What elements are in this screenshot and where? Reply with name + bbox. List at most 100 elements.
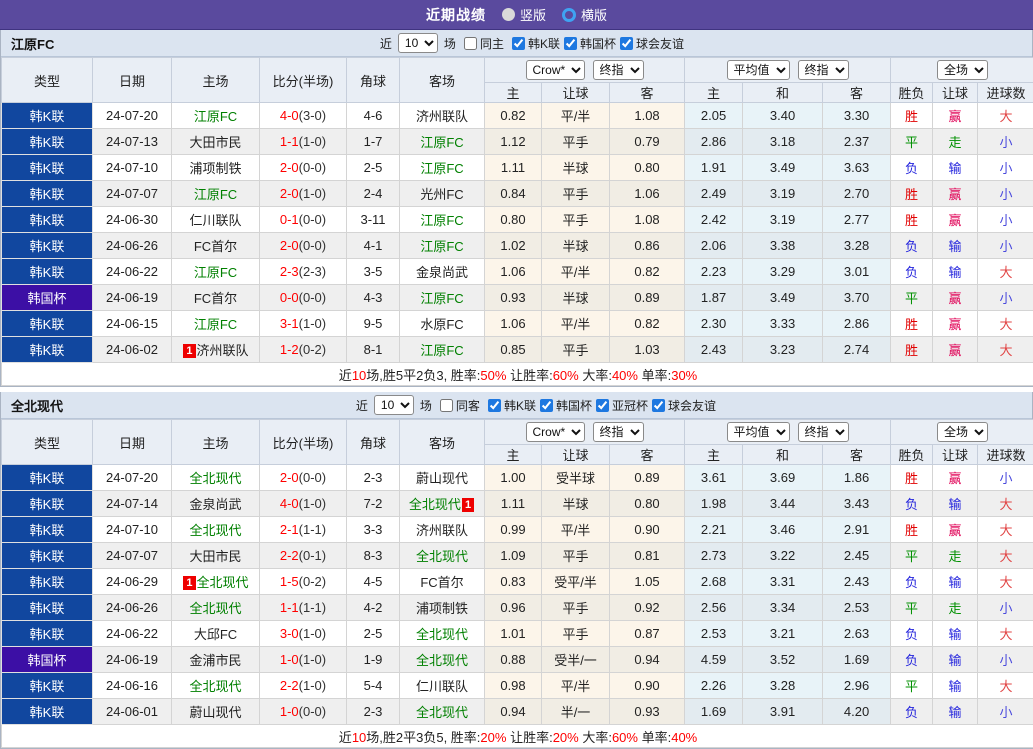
- cell-corner: 7-2: [347, 491, 400, 517]
- cell-odds-handicap: 平手: [542, 621, 610, 647]
- cell-away-team: 全北现代: [400, 647, 485, 673]
- league-filter[interactable]: 韩K联: [508, 35, 560, 52]
- team-name: 江原FC: [194, 187, 237, 202]
- cell-result-goals: 大: [978, 543, 1033, 569]
- league-filter[interactable]: 亚冠杯: [592, 397, 648, 414]
- cell-result-handicap: 输: [933, 155, 978, 181]
- cell-odds-handicap: 平/半: [542, 673, 610, 699]
- near-label: 近: [356, 397, 368, 414]
- fulltime-select[interactable]: 全场: [937, 422, 988, 442]
- cell-result-goals: 小: [978, 595, 1033, 621]
- col-result-wdl: 胜负: [891, 445, 933, 465]
- summary-stat-label: 场,胜5平2负3, 胜率:: [366, 368, 480, 383]
- league-checkbox[interactable]: [564, 37, 577, 50]
- match-row: 韩国杯24-06-19金浦市民1-0(1-0)1-9全北现代0.88受半/一0.…: [2, 647, 1033, 673]
- cell-avg-home: 1.91: [685, 155, 743, 181]
- cell-avg-draw: 3.91: [743, 699, 823, 725]
- same-home-checkbox[interactable]: [464, 37, 477, 50]
- cell-type: 韩K联: [2, 673, 93, 699]
- league-filter[interactable]: 球会友谊: [616, 35, 684, 52]
- league-filter[interactable]: 韩国杯: [536, 397, 592, 414]
- cell-date: 24-06-30: [93, 207, 172, 233]
- cell-date: 24-07-20: [93, 465, 172, 491]
- halftime-score: (1-1): [299, 522, 326, 537]
- league-checkbox[interactable]: [596, 399, 609, 412]
- layout-radio-horizontal[interactable]: 横版: [562, 5, 607, 24]
- col-corner: 角球: [347, 58, 400, 103]
- recent-count-select[interactable]: 10: [398, 33, 438, 53]
- fulltime-select[interactable]: 全场: [937, 60, 988, 80]
- league-filter[interactable]: 球会友谊: [648, 397, 716, 414]
- avg-time-select[interactable]: 终指: [798, 422, 849, 442]
- league-filter[interactable]: 韩国杯: [560, 35, 616, 52]
- team-name: 全北现代: [189, 471, 241, 486]
- cell-odds-away: 0.89: [610, 465, 685, 491]
- cell-odds-handicap: 受半球: [542, 465, 610, 491]
- cell-corner: 2-4: [347, 181, 400, 207]
- cell-avg-away: 1.69: [823, 647, 891, 673]
- cell-date: 24-07-07: [93, 181, 172, 207]
- odds-company-select[interactable]: Crow*: [526, 422, 585, 442]
- cell-avg-draw: 3.19: [743, 181, 823, 207]
- cell-odds-handicap: 平手: [542, 207, 610, 233]
- cell-avg-home: 2.53: [685, 621, 743, 647]
- col-odds-home: 主: [485, 83, 542, 103]
- col-home: 主场: [172, 58, 260, 103]
- league-checkbox[interactable]: [620, 37, 633, 50]
- cell-odds-home: 0.98: [485, 673, 542, 699]
- cell-odds-away: 0.80: [610, 155, 685, 181]
- cell-score: 4-0(3-0): [260, 103, 347, 129]
- same-venue-filter[interactable]: 同客: [436, 397, 480, 414]
- recent-count-select[interactable]: 10: [374, 395, 414, 415]
- cell-avg-home: 2.05: [685, 103, 743, 129]
- same-away-checkbox[interactable]: [440, 399, 453, 412]
- cell-date: 24-06-26: [93, 233, 172, 259]
- cell-result-handicap: 输: [933, 569, 978, 595]
- cell-odds-home: 1.06: [485, 259, 542, 285]
- odds-select-group: Crow* 终指: [485, 420, 685, 445]
- avg-select[interactable]: 平均值: [727, 422, 790, 442]
- cell-result-goals: 大: [978, 337, 1033, 363]
- team-name: 江原FC: [194, 317, 237, 332]
- radio-unselected-icon[interactable]: [502, 8, 515, 21]
- cell-type: 韩K联: [2, 465, 93, 491]
- league-checkbox[interactable]: [488, 399, 501, 412]
- cell-avg-draw: 3.33: [743, 311, 823, 337]
- league-checkbox[interactable]: [540, 399, 553, 412]
- cell-date: 24-07-07: [93, 543, 172, 569]
- fulltime-score: 1-0: [280, 652, 299, 667]
- cell-result-goals: 小: [978, 155, 1033, 181]
- team-name: 江原FC: [420, 213, 463, 228]
- league-filter-group: 韩K联韩国杯 亚冠杯球会友谊: [484, 397, 716, 414]
- cell-result-handicap: 走: [933, 129, 978, 155]
- team-name: 全北现代: [416, 653, 468, 668]
- cell-avg-draw: 3.46: [743, 517, 823, 543]
- league-checkbox[interactable]: [512, 37, 525, 50]
- cell-corner: 3-3: [347, 517, 400, 543]
- league-label: 亚冠杯: [612, 397, 648, 414]
- radio-selected-icon[interactable]: [562, 8, 576, 22]
- team-name: 金泉尚武: [416, 265, 468, 280]
- odds-time-select[interactable]: 终指: [593, 422, 644, 442]
- league-filter[interactable]: 韩K联: [484, 397, 536, 414]
- fulltime-score: 4-0: [280, 108, 299, 123]
- team-name: 济州联队: [416, 523, 468, 538]
- same-venue-filter[interactable]: 同主: [460, 35, 504, 52]
- cell-corner: 8-3: [347, 543, 400, 569]
- odds-time-select[interactable]: 终指: [593, 60, 644, 80]
- col-avg-draw: 和: [743, 83, 823, 103]
- match-row: 韩K联24-07-10浦项制铁2-0(0-0)2-5江原FC1.11半球0.80…: [2, 155, 1033, 181]
- avg-time-select[interactable]: 终指: [798, 60, 849, 80]
- odds-company-select[interactable]: Crow*: [526, 60, 585, 80]
- cell-date: 24-07-10: [93, 517, 172, 543]
- cell-avg-draw: 3.38: [743, 233, 823, 259]
- cell-score: 2-3(2-3): [260, 259, 347, 285]
- cell-result-goals: 小: [978, 207, 1033, 233]
- cell-date: 24-06-26: [93, 595, 172, 621]
- fulltime-select-group: 全场: [891, 420, 1033, 445]
- avg-select[interactable]: 平均值: [727, 60, 790, 80]
- league-label: 韩K联: [504, 397, 536, 414]
- section-gangwon: 江原FC 近 10 场 同主 韩K联韩国杯球会友谊 类型 日期 主场: [0, 30, 1033, 387]
- league-checkbox[interactable]: [652, 399, 665, 412]
- layout-radio-vertical[interactable]: 竖版: [502, 5, 546, 24]
